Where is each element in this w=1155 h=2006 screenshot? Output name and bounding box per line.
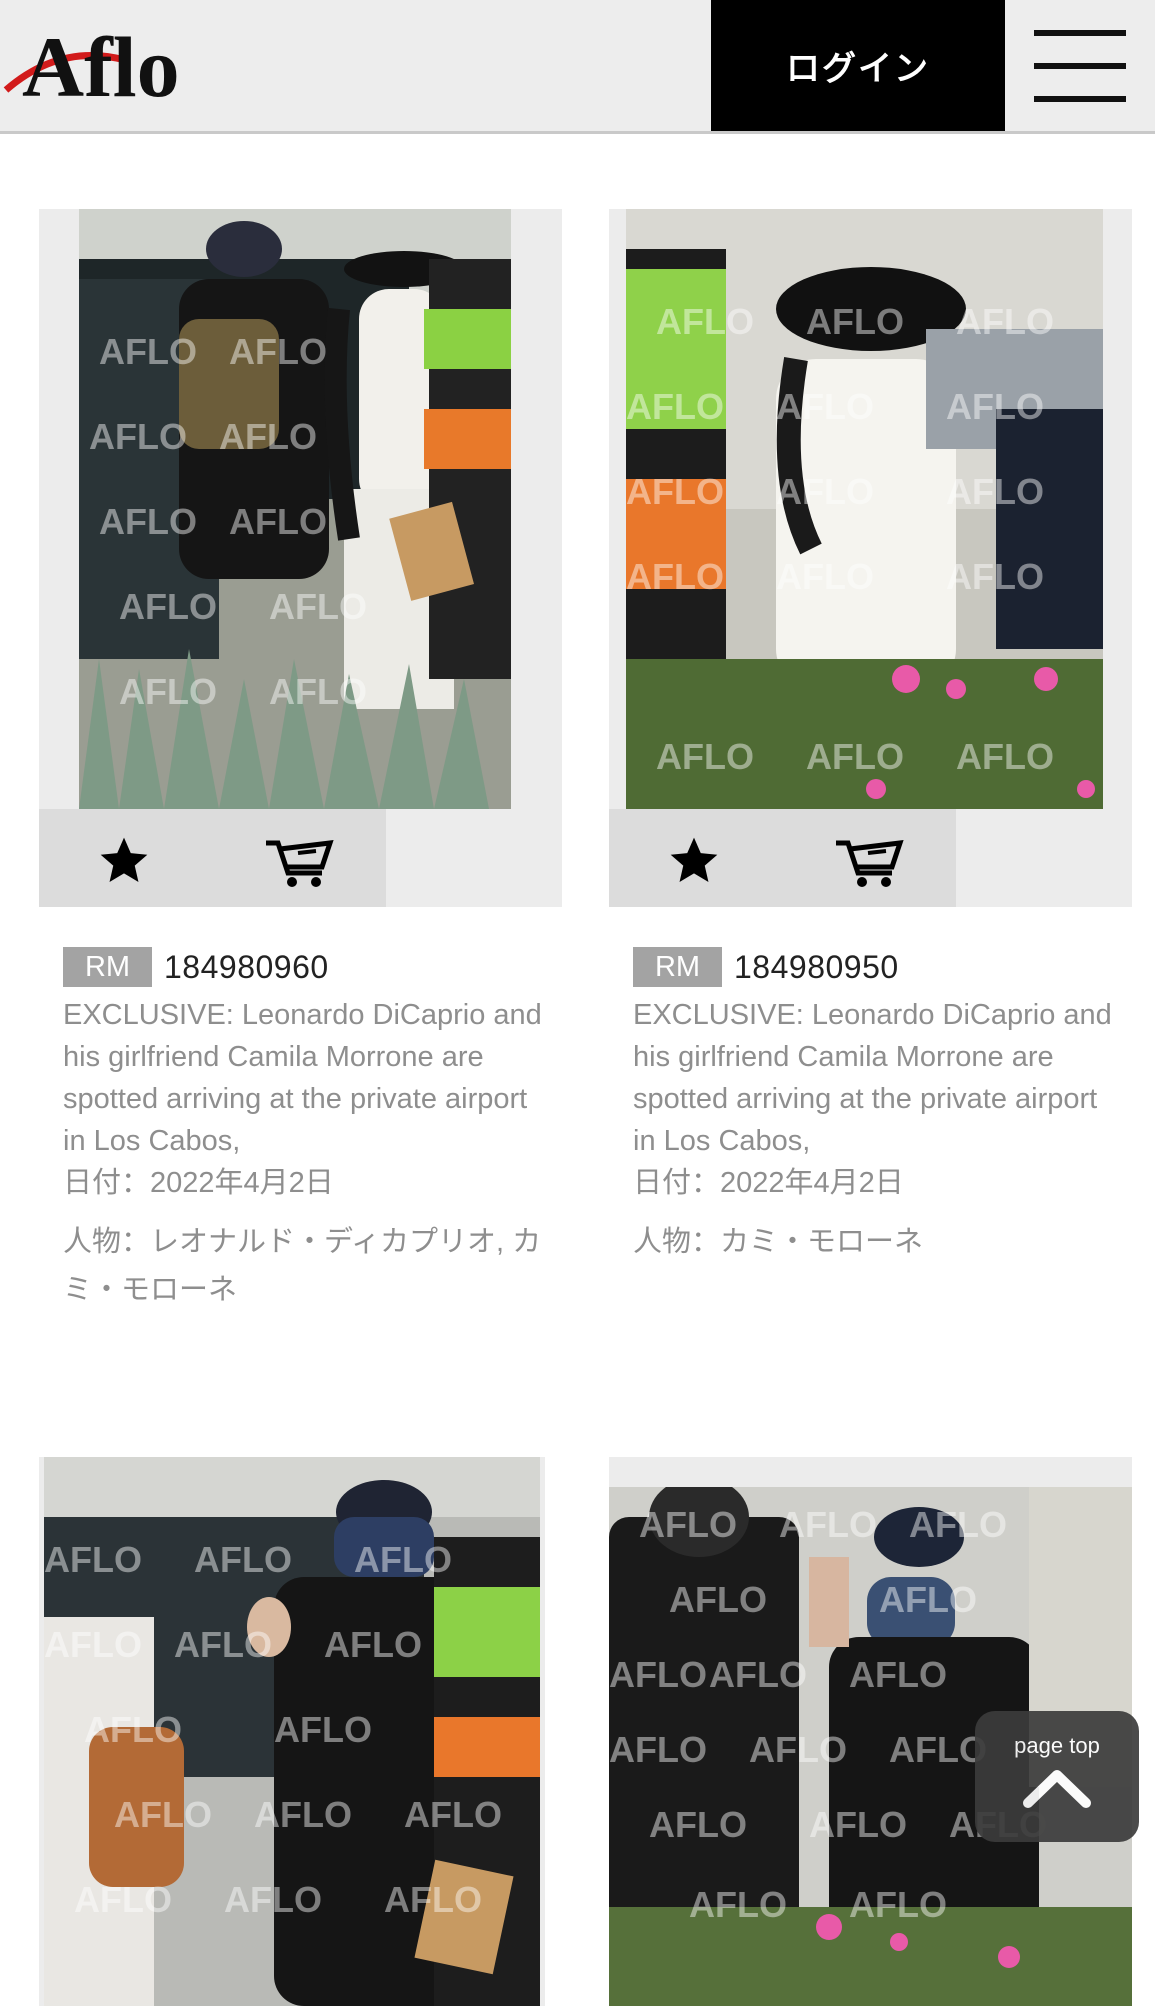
svg-text:AFLO: AFLO [956,736,1054,777]
license-badge: RM [633,947,722,987]
svg-text:AFLO: AFLO [689,1884,787,1925]
svg-text:AFLO: AFLO [749,1729,847,1770]
photo-date: 日付：2022年4月2日 [633,1167,904,1199]
svg-text:AFLO: AFLO [99,331,197,372]
svg-text:AFLO: AFLO [656,301,754,342]
svg-text:AFLO: AFLO [946,386,1044,427]
svg-text:AFLO: AFLO [119,671,217,712]
photo-thumbnail[interactable]: AFLO AFLO AFLO AFLO AFLO AFLO AFLO AFLO … [79,209,511,809]
svg-text:AFLO: AFLO [44,1624,142,1665]
svg-text:AFLO: AFLO [909,1504,1007,1545]
svg-text:AFLO: AFLO [324,1624,422,1665]
photo-frame: AFLO AFLO AFLO AFLO AFLO AFLO AFLO AFLO … [39,1457,545,2006]
photo-frame: AFLO AFLO AFLO AFLO AFLO AFLO AFLO AFLO … [609,209,1132,907]
svg-text:AFLO: AFLO [889,1729,987,1770]
svg-text:AFLO: AFLO [709,1654,807,1695]
svg-text:AFLO: AFLO [609,1654,707,1695]
photo-caption[interactable]: EXCLUSIVE: Leonardo DiCaprio and his gir… [633,994,1113,1162]
svg-text:AFLO: AFLO [99,501,197,542]
image-id[interactable]: 184980960 [164,949,329,986]
svg-text:AFLO: AFLO [354,1539,452,1580]
card-actions [39,809,386,907]
svg-text:AFLO: AFLO [806,736,904,777]
svg-text:AFLO: AFLO [119,586,217,627]
star-icon[interactable] [659,831,729,891]
photo-frame: AFLO AFLO AFLO AFLO AFLO AFLO AFLO AFLO … [39,209,562,907]
svg-text:AFLO: AFLO [254,1794,352,1835]
photo-date: 日付：2022年4月2日 [63,1167,334,1199]
photo-caption[interactable]: EXCLUSIVE: Leonardo DiCaprio and his gir… [63,994,543,1162]
card-meta: RM 184980960 EXCLUSIVE: Leonardo DiCapri… [63,944,543,1314]
svg-text:AFLO: AFLO [609,1729,707,1770]
svg-text:AFLO: AFLO [879,1579,977,1620]
svg-text:AFLO: AFLO [849,1654,947,1695]
svg-text:AFLO: AFLO [74,1879,172,1920]
svg-text:AFLO: AFLO [219,416,317,457]
svg-text:AFLO: AFLO [114,1794,212,1835]
svg-text:AFLO: AFLO [274,1709,372,1750]
svg-text:AFLO: AFLO [626,556,724,597]
chevron-up-icon [1023,1770,1091,1808]
svg-text:AFLO: AFLO [849,1884,947,1925]
card-meta: RM 184980950 EXCLUSIVE: Leonardo DiCapri… [633,944,1113,1266]
star-icon[interactable] [89,831,159,891]
photo-people: 人物：カミ・モローネ [633,1226,924,1258]
svg-text:AFLO: AFLO [779,1504,877,1545]
svg-text:AFLO: AFLO [946,556,1044,597]
svg-text:AFLO: AFLO [776,386,874,427]
svg-text:AFLO: AFLO [384,1879,482,1920]
svg-text:AFLO: AFLO [669,1579,767,1620]
cart-icon[interactable] [264,831,334,891]
svg-text:AFLO: AFLO [194,1539,292,1580]
svg-text:AFLO: AFLO [649,1804,747,1845]
page-top-label: page top [1014,1733,1100,1758]
svg-text:Aflo: Aflo [22,19,180,115]
svg-text:AFLO: AFLO [269,586,367,627]
image-id[interactable]: 184980950 [734,949,899,986]
photo-thumbnail[interactable]: AFLO AFLO AFLO AFLO AFLO AFLO AFLO AFLO … [626,209,1103,809]
svg-text:AFLO: AFLO [656,736,754,777]
svg-text:AFLO: AFLO [946,471,1044,512]
hamburger-menu-icon[interactable] [1005,0,1155,131]
aflo-logo[interactable]: Aflo [0,8,200,123]
svg-text:AFLO: AFLO [404,1794,502,1835]
svg-text:AFLO: AFLO [776,556,874,597]
card-actions [609,809,956,907]
svg-text:AFLO: AFLO [84,1709,182,1750]
svg-text:AFLO: AFLO [776,471,874,512]
cart-icon[interactable] [834,831,904,891]
svg-text:AFLO: AFLO [269,671,367,712]
login-button[interactable]: ログイン [711,0,1005,131]
svg-text:AFLO: AFLO [229,501,327,542]
page-top-button[interactable]: page top [975,1711,1139,1842]
svg-text:AFLO: AFLO [806,301,904,342]
svg-text:AFLO: AFLO [626,386,724,427]
svg-text:AFLO: AFLO [229,331,327,372]
photo-people: 人物：レオナルド・ディカプリオ, カミ・モローネ [63,1226,542,1306]
site-header: Aflo ログイン [0,0,1155,134]
photo-thumbnail[interactable]: AFLO AFLO AFLO AFLO AFLO AFLO AFLO AFLO … [44,1457,540,2006]
svg-text:AFLO: AFLO [224,1879,322,1920]
svg-text:AFLO: AFLO [956,301,1054,342]
svg-text:AFLO: AFLO [639,1504,737,1545]
svg-text:AFLO: AFLO [626,471,724,512]
svg-text:AFLO: AFLO [174,1624,272,1665]
svg-text:AFLO: AFLO [809,1804,907,1845]
svg-text:AFLO: AFLO [89,416,187,457]
svg-text:AFLO: AFLO [44,1539,142,1580]
license-badge: RM [63,947,152,987]
